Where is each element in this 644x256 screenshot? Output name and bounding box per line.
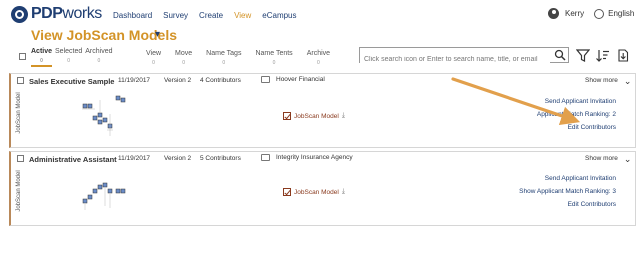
tab-archived-count: 0 bbox=[97, 58, 101, 64]
logo-text-bold: PDP bbox=[31, 5, 63, 22]
show-more-toggle[interactable]: Show more ⌄ bbox=[585, 153, 632, 164]
card-model-name[interactable]: Sales Executive Sample bbox=[29, 77, 114, 86]
checkbox-checked-icon bbox=[283, 112, 291, 120]
edit-contributors-link[interactable]: Edit Contributors bbox=[519, 201, 616, 208]
jobscan-model-tag[interactable]: JobScan Model ⤓ bbox=[283, 188, 345, 196]
tab-selected-count: 0 bbox=[67, 58, 71, 64]
action-archive[interactable]: Archive 0 bbox=[307, 50, 330, 66]
nav-view[interactable]: View bbox=[234, 11, 251, 20]
card-folder[interactable]: Hoover Financial bbox=[261, 76, 325, 83]
language-selector[interactable]: English bbox=[594, 8, 635, 19]
main-nav: Dashboard Survey Create View eCampus bbox=[113, 11, 297, 20]
status-tabs: Active 0 Selected 0 Archived 0 bbox=[31, 48, 113, 67]
show-more-toggle[interactable]: Show more ⌄ bbox=[585, 75, 632, 86]
card-checkbox[interactable] bbox=[17, 155, 24, 162]
card-folder[interactable]: Integrity Insurance Agency bbox=[261, 154, 353, 161]
show-applicant-match-ranking-link[interactable]: Show Applicant Match Ranking: 3 bbox=[519, 188, 616, 195]
model-card: JobScan Model Sales Executive Sample 11/… bbox=[9, 73, 636, 148]
search-box bbox=[359, 47, 569, 67]
select-all-checkbox[interactable] bbox=[19, 53, 26, 60]
logo-mark-icon bbox=[11, 5, 28, 23]
tab-active[interactable]: Active 0 bbox=[31, 48, 53, 67]
user-avatar-icon bbox=[548, 8, 559, 19]
logo-text-thin: works bbox=[62, 5, 102, 22]
edit-contributors-link[interactable]: Edit Contributors bbox=[537, 124, 616, 131]
nav-dashboard[interactable]: Dashboard bbox=[113, 11, 152, 20]
user-menu[interactable]: Kerry English bbox=[548, 8, 634, 19]
card-date: 11/19/2017 bbox=[118, 77, 151, 84]
card-checkbox[interactable] bbox=[17, 77, 24, 84]
chevron-down-icon: ⌄ bbox=[623, 75, 632, 86]
card-links: Send Applicant Invitation Applicant Matc… bbox=[537, 98, 616, 137]
globe-icon bbox=[594, 8, 605, 19]
action-name-tags[interactable]: Name Tags 0 bbox=[206, 50, 241, 66]
tab-selected[interactable]: Selected 0 bbox=[55, 48, 82, 67]
card-folder-name: Hoover Financial bbox=[276, 76, 325, 83]
card-version: Version 2 bbox=[164, 77, 192, 84]
folder-icon bbox=[261, 154, 270, 161]
toolbar bbox=[576, 49, 630, 62]
filter-icon[interactable] bbox=[576, 49, 590, 62]
jobscan-model-tag[interactable]: JobScan Model ⤓ bbox=[283, 112, 345, 120]
folder-icon bbox=[261, 76, 270, 83]
action-view[interactable]: View 0 bbox=[146, 50, 161, 66]
model-mini-chart-icon bbox=[82, 95, 126, 136]
chevron-down-icon: ⌄ bbox=[623, 153, 632, 164]
applicant-match-ranking-link[interactable]: Applicant Match Ranking: 2 bbox=[537, 111, 616, 118]
top-bar: PDPworks Dashboard Survey Create View eC… bbox=[0, 0, 644, 26]
search-icon[interactable] bbox=[554, 49, 566, 61]
download-icon[interactable] bbox=[616, 49, 630, 62]
tab-active-count: 0 bbox=[40, 58, 43, 64]
nav-create[interactable]: Create bbox=[199, 11, 223, 20]
language-label: English bbox=[608, 9, 635, 18]
search-input[interactable] bbox=[360, 52, 550, 67]
action-name-tents[interactable]: Name Tents 0 bbox=[255, 50, 292, 66]
model-card: JobScan Model Administrative Assistant 1… bbox=[9, 151, 636, 226]
card-folder-name: Integrity Insurance Agency bbox=[276, 154, 353, 161]
send-applicant-invitation-link[interactable]: Send Applicant Invitation bbox=[519, 175, 616, 182]
checkbox-checked-icon bbox=[283, 188, 291, 196]
download-small-icon[interactable]: ⤓ bbox=[342, 188, 345, 196]
model-mini-chart-icon bbox=[82, 182, 126, 210]
send-applicant-invitation-link[interactable]: Send Applicant Invitation bbox=[537, 98, 616, 105]
card-model-name[interactable]: Administrative Assistant bbox=[29, 155, 117, 164]
card-contributors: 4 Contributors bbox=[200, 77, 241, 84]
title-dropdown-caret-icon[interactable]: ▾ bbox=[155, 29, 160, 40]
nav-ecampus[interactable]: eCampus bbox=[262, 11, 296, 20]
card-links: Send Applicant Invitation Show Applicant… bbox=[519, 175, 616, 214]
logo[interactable]: PDPworks bbox=[11, 5, 102, 23]
action-columns: View 0 Move 0 Name Tags 0 Name Tents 0 Archi… bbox=[146, 50, 330, 66]
action-move[interactable]: Move 0 bbox=[175, 50, 192, 66]
card-version: Version 2 bbox=[164, 155, 192, 162]
download-small-icon[interactable]: ⤓ bbox=[342, 112, 345, 120]
card-side-label: JobScan Model bbox=[16, 170, 22, 212]
card-contributors: 5 Contributors bbox=[200, 155, 241, 162]
card-side-label: JobScan Model bbox=[16, 92, 22, 134]
sort-icon[interactable] bbox=[596, 49, 610, 62]
card-date: 11/19/2017 bbox=[118, 155, 151, 162]
nav-survey[interactable]: Survey bbox=[163, 11, 188, 20]
tab-archived[interactable]: Archived 0 bbox=[85, 48, 112, 67]
user-name: Kerry bbox=[565, 9, 585, 18]
